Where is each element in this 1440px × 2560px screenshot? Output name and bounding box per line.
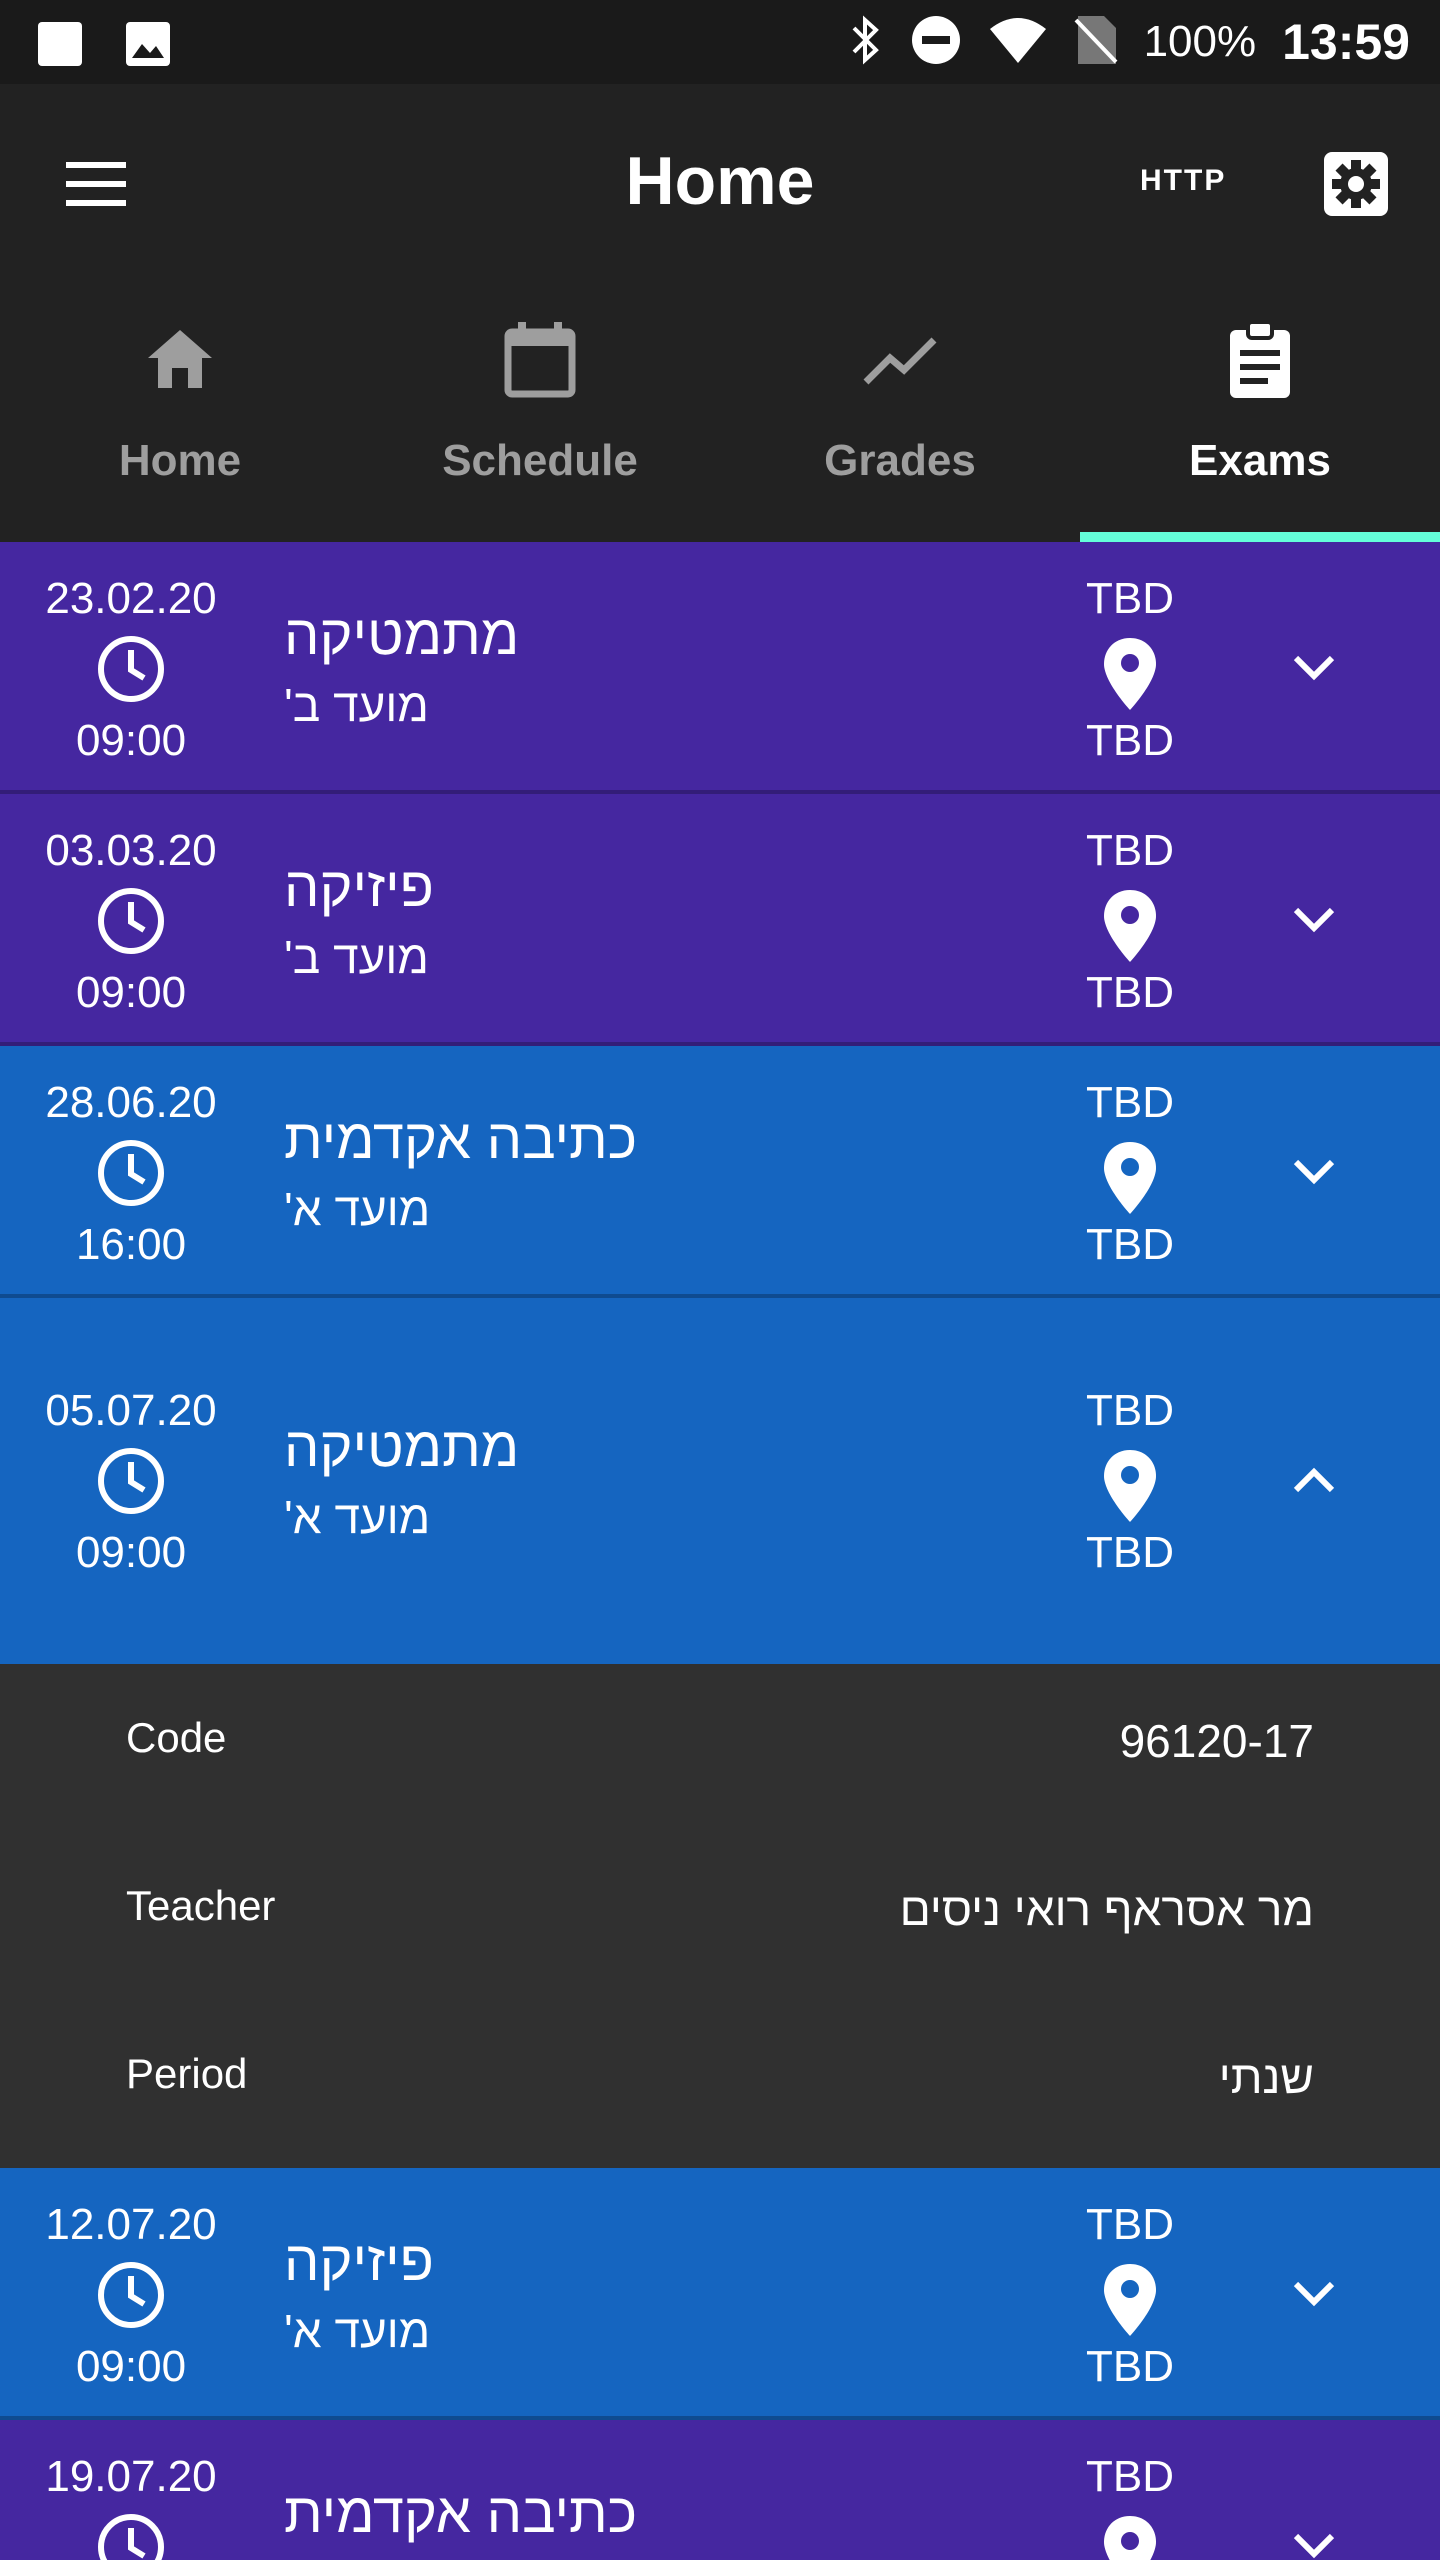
no-sim-icon (1074, 14, 1118, 71)
exam-row[interactable]: 19.07.20 כתיבה אקדמית TBD (0, 2420, 1440, 2560)
exam-term: מועד ב' (284, 931, 429, 983)
location-pin-icon (1104, 1450, 1156, 1522)
exam-building: TBD (1086, 2342, 1174, 2391)
exam-subject: כתיבה אקדמית (284, 1107, 638, 1170)
location-pin-icon (1104, 1142, 1156, 1214)
tab-home-label: Home (118, 436, 242, 485)
exam-time: 09:00 (75, 968, 187, 1017)
clipboard-icon (1230, 320, 1290, 398)
exam-row-expanded[interactable]: 05.07.20 09:00 מתמטיקה מועד א' TBD TBD (0, 1298, 1440, 1664)
exam-building: TBD (1086, 716, 1174, 765)
exam-room: TBD (1086, 2452, 1174, 2501)
exam-date: 23.02.20 (45, 574, 217, 623)
exam-subject: פיזיקה (284, 855, 434, 918)
wifi-icon (988, 15, 1048, 70)
detail-row-code: Code 96120-17 (0, 1714, 1440, 1814)
home-icon (148, 330, 212, 388)
detail-value: 96120-17 (1119, 1715, 1314, 1767)
exam-building: TBD (1086, 1220, 1174, 1269)
exam-room: TBD (1086, 826, 1174, 875)
app-bar: Home HTTP (0, 84, 1440, 284)
exam-room: TBD (1086, 574, 1174, 623)
clock-icon (98, 888, 164, 954)
bluetooth-icon (848, 14, 884, 71)
do-not-disturb-icon (910, 14, 962, 71)
detail-row-period: Period שנתי (0, 2050, 1440, 2150)
http-button[interactable]: HTTP (1140, 164, 1226, 198)
detail-row-teacher: Teacher מר אסראף רואי ניסים (0, 1882, 1440, 1982)
exam-time: 09:00 (75, 2342, 187, 2391)
exam-term: מועד א' (284, 1183, 431, 1235)
chevron-down-icon[interactable] (1286, 2518, 1342, 2560)
clock-icon (98, 636, 164, 702)
exam-date: 05.07.20 (45, 1386, 217, 1435)
status-bar: 100% 13:59 (0, 0, 1440, 84)
exam-building: TBD (1086, 1528, 1174, 1577)
calendar-icon (504, 322, 576, 398)
exam-time: 09:00 (75, 716, 187, 765)
exam-subject: מתמטיקה (284, 1415, 520, 1478)
exam-time: 16:00 (75, 1220, 187, 1269)
exam-term: מועד א' (284, 2305, 431, 2357)
exam-subject: מתמטיקה (284, 603, 520, 666)
exam-room: TBD (1086, 2200, 1174, 2249)
chevron-up-icon[interactable] (1286, 1452, 1342, 1508)
tab-grades-label: Grades (824, 436, 976, 485)
exam-building: TBD (1086, 968, 1174, 1017)
detail-value: שנתי (1218, 2051, 1314, 2103)
exam-date: 03.03.20 (45, 826, 217, 875)
exam-room: TBD (1086, 1078, 1174, 1127)
clock-time: 13:59 (1282, 14, 1410, 70)
active-tab-indicator (1080, 532, 1440, 542)
exam-subject: פיזיקה (284, 2229, 434, 2292)
exam-term: מועד א' (284, 1491, 431, 1543)
tab-home[interactable]: Home (0, 284, 360, 542)
clock-icon (98, 2262, 164, 2328)
tab-schedule[interactable]: Schedule (360, 284, 720, 542)
chevron-down-icon[interactable] (1286, 892, 1342, 948)
exam-date: 19.07.20 (45, 2452, 217, 2501)
settings-button[interactable] (1320, 148, 1392, 220)
exam-term: מועד ב' (284, 679, 429, 731)
exam-row[interactable]: 03.03.20 09:00 פיזיקה מועד ב' TBD TBD (0, 794, 1440, 1046)
detail-value: מר אסראף רואי ניסים (899, 1883, 1314, 1935)
tab-exams[interactable]: Exams (1080, 284, 1440, 542)
location-pin-icon (1104, 890, 1156, 962)
tab-grades[interactable]: Grades (720, 284, 1080, 542)
exam-row[interactable]: 28.06.20 16:00 כתיבה אקדמית מועד א' TBD … (0, 1046, 1440, 1298)
trending-line-icon (863, 337, 937, 385)
chevron-down-icon[interactable] (1286, 2266, 1342, 2322)
exam-date: 28.06.20 (45, 1078, 217, 1127)
image-icon (124, 20, 172, 73)
clock-icon (98, 1448, 164, 1514)
exam-row[interactable]: 23.02.20 09:00 מתמטיקה מועד ב' TBD TBD (0, 542, 1440, 794)
detail-label: Code (126, 1714, 227, 1761)
clock-icon (98, 2514, 164, 2560)
location-pin-icon (1104, 2516, 1156, 2560)
clock-icon (98, 1140, 164, 1206)
chevron-down-icon[interactable] (1286, 1144, 1342, 1200)
detail-label: Teacher (126, 1882, 276, 1929)
tab-bar: Home Schedule Grades Exams (0, 284, 1440, 542)
gear-icon (1324, 152, 1388, 216)
battery-percentage: 100% (1143, 17, 1257, 66)
exam-row[interactable]: 12.07.20 09:00 פיזיקה מועד א' TBD TBD (0, 2168, 1440, 2420)
detail-label: Period (126, 2050, 248, 2097)
tab-schedule-label: Schedule (442, 436, 638, 485)
chevron-down-icon[interactable] (1286, 640, 1342, 696)
location-pin-icon (1104, 638, 1156, 710)
exam-details-panel: Code 96120-17 Teacher מר אסראף רואי ניסי… (0, 1664, 1440, 2168)
location-pin-icon (1104, 2264, 1156, 2336)
exam-date: 12.07.20 (45, 2200, 217, 2249)
exam-subject: כתיבה אקדמית (284, 2481, 638, 2544)
exam-time: 09:00 (75, 1528, 187, 1577)
tab-exams-label: Exams (1189, 436, 1331, 485)
exam-room: TBD (1086, 1386, 1174, 1435)
notification-square-icon (36, 20, 84, 73)
